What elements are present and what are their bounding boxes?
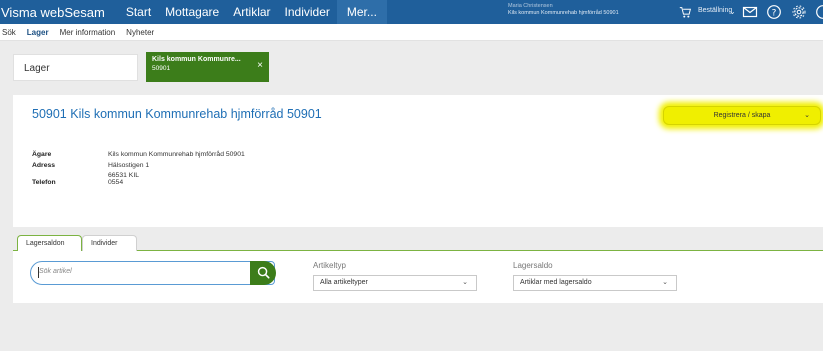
nav-individer[interactable]: Individer — [278, 0, 337, 24]
nav-artiklar[interactable]: Artiklar — [226, 0, 277, 24]
address-line1: Hälsostigen 1 — [108, 162, 150, 169]
phone-label: Telefon — [32, 179, 56, 186]
stock-tabs: Lagersaldon Individer — [13, 232, 823, 252]
page-title: 50901 Kils kommun Kommunrehab hjmförråd … — [32, 107, 322, 121]
search-placeholder: Sök artikel — [39, 268, 72, 275]
register-create-label: Registrera / skapa — [713, 112, 771, 119]
address-line2: 66531 KIL — [108, 172, 139, 179]
sub-nav: Sök Lager Mer information Nyheter — [0, 24, 823, 41]
nav-more[interactable]: Mer... — [336, 0, 387, 24]
search-button[interactable] — [250, 261, 276, 285]
cart-icon[interactable] — [679, 6, 692, 19]
artikeltyp-select[interactable]: Alla artikeltyper ⌄ — [313, 275, 477, 291]
lager-tab[interactable]: Lager — [13, 54, 138, 81]
stock-detail-panel: 50901 Kils kommun Kommunrehab hjmförråd … — [13, 95, 823, 227]
app-brand[interactable]: Visma webSesam — [0, 5, 105, 20]
chevron-down-icon: ⌄ — [662, 279, 668, 286]
open-tab-subtitle: 50901 — [152, 65, 171, 72]
nav-start[interactable]: Start — [119, 0, 158, 24]
owner-label: Ägare — [32, 151, 52, 158]
tab-lagersaldon[interactable]: Lagersaldon — [17, 235, 82, 252]
address-label: Adress — [32, 162, 56, 169]
search-icon — [257, 266, 270, 279]
phone-value: 0554 — [108, 179, 124, 186]
open-record-tab[interactable]: Kils kommun Kommunre... 50901 × — [146, 52, 269, 82]
settings-gear-icon[interactable] — [791, 4, 807, 20]
artikeltyp-label: Artikeltyp — [313, 261, 346, 270]
order-menu[interactable]: Beställning — [698, 7, 732, 14]
close-icon[interactable]: × — [257, 60, 263, 71]
subnav-nyheter[interactable]: Nyheter — [119, 28, 158, 37]
filter-panel: Sök artikel Artikeltyp Alla artikeltyper… — [13, 251, 823, 303]
user-org: Kils kommun Kommunrehab hjmförråd 50901 — [508, 10, 619, 16]
tab-individer[interactable]: Individer — [82, 235, 137, 252]
power-icon[interactable] — [815, 4, 823, 20]
main-nav: Start Mottagare Artiklar Individer Mer..… — [119, 0, 387, 24]
user-name: Maria Christensen — [508, 3, 553, 9]
top-bar: Visma webSesam Start Mottagare Artiklar … — [0, 0, 823, 24]
svg-text:?: ? — [772, 8, 777, 18]
lagersaldo-value: Artiklar med lagersaldo — [520, 279, 592, 286]
user-info[interactable]: Maria Christensen Kils kommun Kommunreha… — [508, 0, 619, 24]
help-icon[interactable]: ? — [766, 4, 782, 20]
owner-value: Kils kommun Kommunrehab hjmförråd 50901 — [108, 151, 245, 158]
lagersaldo-label: Lagersaldo — [513, 261, 553, 270]
register-create-button[interactable]: Registrera / skapa ⌄ — [663, 106, 821, 125]
mail-icon[interactable] — [742, 4, 758, 20]
search-input[interactable]: Sök artikel — [30, 261, 275, 285]
subnav-sok[interactable]: Sök — [0, 28, 20, 37]
artikeltyp-value: Alla artikeltyper — [320, 279, 368, 286]
subnav-lager[interactable]: Lager — [20, 28, 53, 37]
chevron-down-icon: ⌄ — [462, 279, 468, 286]
subnav-mer-information[interactable]: Mer information — [53, 28, 120, 37]
chevron-down-icon[interactable]: ⌄ — [729, 7, 736, 16]
open-tab-title: Kils kommun Kommunre... — [152, 56, 241, 63]
lagersaldo-select[interactable]: Artiklar med lagersaldo ⌄ — [513, 275, 677, 291]
nav-mottagare[interactable]: Mottagare — [158, 0, 226, 24]
chevron-down-icon: ⌄ — [804, 112, 810, 119]
